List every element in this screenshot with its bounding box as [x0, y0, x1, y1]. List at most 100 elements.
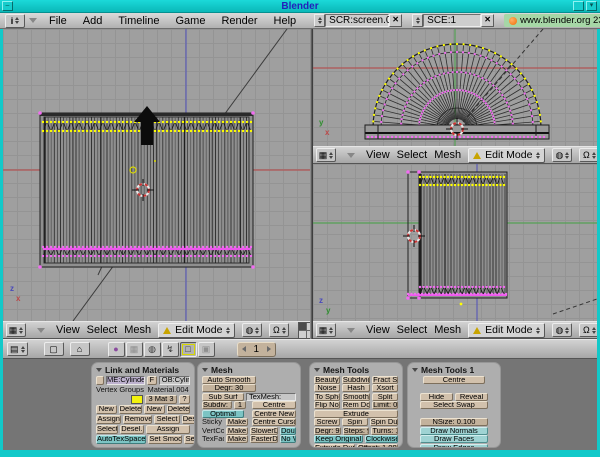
pivot-button[interactable]: Ω — [269, 323, 289, 337]
xsort-button[interactable]: Xsort — [372, 384, 398, 392]
material-slot-stepper[interactable]: 3 Mat 3 — [145, 395, 177, 404]
centre-cursor-button[interactable]: Centre Cursor — [252, 418, 296, 426]
title-bar[interactable]: Blender — [0, 0, 600, 13]
beauty-toggle[interactable]: Beauty — [314, 376, 340, 384]
context-script-button[interactable]: ▦ — [126, 342, 143, 357]
header-collapse-icon[interactable] — [37, 328, 45, 333]
panel-header[interactable]: Mesh — [202, 364, 296, 375]
material-assign-button[interactable]: Assign — [146, 425, 190, 434]
viewport-front[interactable]: z x — [3, 29, 310, 321]
pivot-button[interactable]: Ω — [579, 148, 597, 162]
header-collapse-icon[interactable] — [347, 328, 355, 333]
menu-render[interactable]: Render — [213, 15, 265, 27]
texface-make-button[interactable]: Make — [226, 435, 248, 443]
menu-add[interactable]: Add — [75, 15, 111, 27]
context-logic-button[interactable]: ● — [108, 342, 125, 357]
material-deselect-button[interactable]: Deselect — [182, 415, 195, 424]
vgroup-new-button[interactable]: New — [96, 405, 117, 414]
menu-select[interactable]: Select — [397, 324, 428, 336]
centre-button[interactable]: Centre — [252, 401, 296, 409]
smooth-button[interactable]: Smooth — [342, 393, 370, 401]
menu-mesh[interactable]: Mesh — [434, 324, 461, 336]
blender-menu-button[interactable]: i — [5, 14, 25, 28]
double-sided-toggle[interactable]: Double Sided — [280, 427, 296, 435]
panel-header[interactable]: Mesh Tools — [314, 364, 398, 375]
viewport-type-button[interactable]: ▦ — [316, 148, 336, 162]
menu-view[interactable]: View — [56, 324, 80, 336]
panel-alignment-button[interactable]: ▢ — [44, 342, 64, 356]
texmesh-field[interactable]: TexMesh: — [246, 393, 296, 401]
frame-counter[interactable]: 1 — [237, 342, 277, 357]
menu-timeline[interactable]: Timeline — [110, 15, 167, 27]
menu-game[interactable]: Game — [167, 15, 213, 27]
offset-stepper[interactable]: Offset: 1.000 — [357, 444, 398, 449]
material-color-swatch[interactable] — [131, 395, 143, 404]
centre-button[interactable]: Centre — [423, 376, 485, 384]
menu-help[interactable]: Help — [266, 15, 305, 27]
slower-draw-button[interactable]: SlowerDr — [250, 427, 278, 435]
no-vnormal-toggle[interactable]: No V.Normal — [280, 435, 296, 443]
scene-close-button[interactable]: ✕ — [481, 14, 494, 27]
screw-button[interactable]: Screw — [314, 418, 340, 426]
material-help-button[interactable]: ? — [179, 395, 190, 404]
nsize-stepper[interactable]: NSize: 0.100 — [420, 418, 488, 426]
spin-dup-button[interactable]: Spin Dup — [370, 418, 398, 426]
fake-user-button[interactable]: F — [147, 376, 157, 385]
mode-select[interactable]: Edit Mode — [468, 148, 545, 163]
vgroup-assign-button[interactable]: Assign — [96, 415, 121, 424]
turns-stepper[interactable]: Turns: 1 — [371, 427, 398, 435]
context-shading-button[interactable]: ◍ — [144, 342, 161, 357]
noise-button[interactable]: Noise — [314, 384, 340, 392]
menu-file[interactable]: File — [41, 15, 75, 27]
subdivide-button[interactable]: Subdivide — [342, 376, 370, 384]
set-solid-button[interactable]: Set Solid — [184, 435, 195, 444]
degr-stepper[interactable]: Degr: 30 — [202, 384, 256, 392]
material-delete-button[interactable]: Delete — [167, 405, 190, 414]
draw-edges-toggle[interactable]: Draw Edges — [420, 444, 488, 449]
vgroup-delete-button[interactable]: Delete — [119, 405, 142, 414]
screen-selector[interactable]: SCR:screen.001 ✕ — [314, 14, 402, 27]
vgroup-select-button[interactable]: Select — [96, 425, 118, 434]
viewport-type-button[interactable]: ▦ — [6, 323, 26, 337]
vertcol-make-button[interactable]: Make — [226, 427, 248, 435]
screen-close-button[interactable]: ✕ — [389, 14, 402, 27]
header-collapse-icon[interactable] — [347, 153, 355, 158]
window-maximize-button[interactable] — [573, 1, 584, 11]
rem-doubles-button[interactable]: Rem Doub — [342, 401, 370, 409]
mesh-browse-button[interactable] — [96, 376, 104, 385]
optimal-toggle[interactable]: Optimal — [202, 410, 244, 418]
menu-select[interactable]: Select — [87, 324, 118, 336]
draw-faces-toggle[interactable]: Draw Faces — [420, 435, 488, 443]
split-button[interactable]: Split — [372, 393, 398, 401]
autotexspace-toggle[interactable]: AutoTexSpace — [96, 435, 146, 444]
window-menu-button[interactable]: – — [2, 1, 13, 11]
home-button[interactable]: ⌂ — [70, 342, 90, 356]
extrude-dup-button[interactable]: Extrude Dup — [314, 444, 355, 449]
scene-selector[interactable]: SCE:1 ✕ — [412, 14, 494, 27]
material-select-button[interactable]: Select — [154, 415, 179, 424]
sticky-make-button[interactable]: Make — [226, 418, 248, 426]
scene-browse-button[interactable] — [412, 14, 423, 27]
limit-stepper[interactable]: Limit: 0.001 — [372, 401, 398, 409]
faster-draw-button[interactable]: FasterDr — [250, 435, 278, 443]
scene-name-field[interactable]: SCE:1 — [423, 14, 481, 27]
draw-type-button[interactable]: ◍ — [242, 323, 262, 337]
panel-header[interactable]: Link and Materials — [96, 364, 190, 375]
clockwise-toggle[interactable]: Clockwise — [365, 435, 398, 443]
flip-normals-button[interactable]: Flip Norm — [314, 401, 340, 409]
hide-button[interactable]: Hide — [420, 393, 453, 401]
layer-buttons[interactable] — [298, 322, 310, 339]
frame-prev-icon[interactable] — [242, 346, 246, 352]
centre-new-button[interactable]: Centre New — [252, 410, 296, 418]
draw-type-button[interactable]: ◍ — [552, 148, 572, 162]
viewport-top[interactable]: y x — [313, 29, 597, 146]
subdiv-stepper[interactable]: Subdiv: 1 — [202, 401, 232, 409]
mesh-name-field[interactable]: ME:Cylinder — [106, 376, 145, 385]
subsurf-toggle[interactable]: Sub Surf — [202, 393, 244, 401]
menu-mesh[interactable]: Mesh — [124, 324, 151, 336]
menu-mesh[interactable]: Mesh — [434, 149, 461, 161]
mode-select[interactable]: Edit Mode — [468, 323, 545, 338]
auto-smooth-toggle[interactable]: Auto Smooth — [202, 376, 256, 384]
context-scene-button[interactable]: ▣ — [198, 342, 215, 357]
spin-button[interactable]: Spin — [342, 418, 368, 426]
